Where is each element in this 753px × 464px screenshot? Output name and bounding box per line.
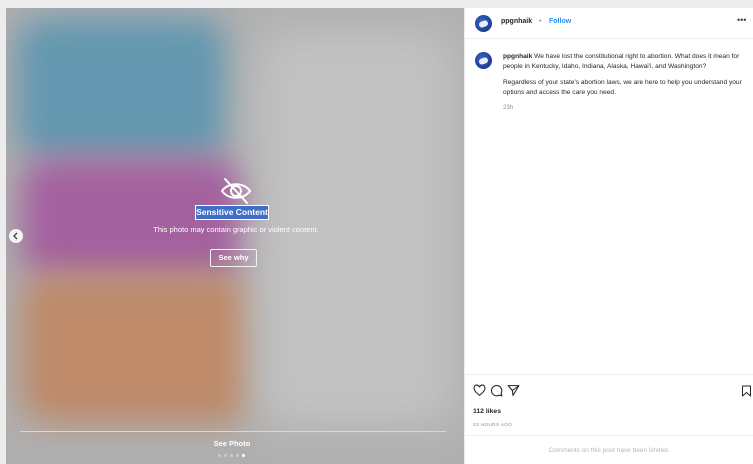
carousel-indicator — [218, 454, 245, 457]
likes-count[interactable]: 112 likes — [473, 408, 501, 415]
carousel-dot — [242, 454, 245, 457]
actions-divider — [465, 374, 753, 375]
media-panel: Sensitive Content This photo may contain… — [6, 8, 464, 464]
caption-username[interactable]: ppgnhaik — [503, 53, 532, 60]
caption-avatar[interactable] — [475, 52, 492, 69]
comments-divider — [465, 435, 753, 436]
post-caption: ppgnhaik We have lost the constitutional… — [503, 52, 747, 114]
separator-dot: • — [539, 18, 542, 25]
post-viewer: Sensitive Content This photo may contain… — [0, 0, 753, 464]
heart-icon[interactable] — [473, 384, 486, 397]
carousel-dot — [230, 454, 233, 457]
carousel-dot — [224, 454, 227, 457]
comment-icon[interactable] — [490, 384, 503, 397]
comments-limited-notice: Comments on this post have been limited. — [548, 447, 670, 454]
previous-media-button[interactable] — [9, 229, 23, 243]
chevron-left-icon — [13, 232, 18, 240]
avatar[interactable] — [475, 15, 492, 32]
eye-slash-icon — [220, 178, 252, 204]
share-icon[interactable] — [507, 384, 520, 397]
action-row — [473, 384, 753, 400]
post-header: ppgnhaik • Follow ••• — [465, 8, 753, 39]
username-link[interactable]: ppgnhaik — [501, 18, 532, 25]
carousel-dot — [218, 454, 221, 457]
more-icon[interactable]: ••• — [737, 15, 746, 25]
bookmark-icon[interactable] — [741, 385, 752, 397]
caption-text-1: We have lost the constitutional right to… — [503, 53, 740, 70]
carousel-dot — [236, 454, 239, 457]
post-timestamp: 23 HOURS AGO — [473, 423, 513, 428]
sensitive-content-description: This photo may contain graphic or violen… — [153, 225, 319, 234]
follow-button[interactable]: Follow — [549, 18, 571, 25]
see-photo-button[interactable]: See Photo — [186, 439, 278, 448]
see-why-button[interactable]: See why — [210, 249, 257, 267]
sensitive-content-title: Sensitive Content — [195, 205, 269, 220]
media-divider — [20, 431, 446, 432]
caption-time: 23h — [503, 105, 514, 112]
sensitive-content-overlay: Sensitive Content This photo may contain… — [6, 8, 464, 464]
caption-text-2: Regardless of your state's abortion laws… — [503, 79, 742, 96]
post-info-panel: ppgnhaik • Follow ••• ppgnhaik We have l… — [465, 8, 753, 464]
